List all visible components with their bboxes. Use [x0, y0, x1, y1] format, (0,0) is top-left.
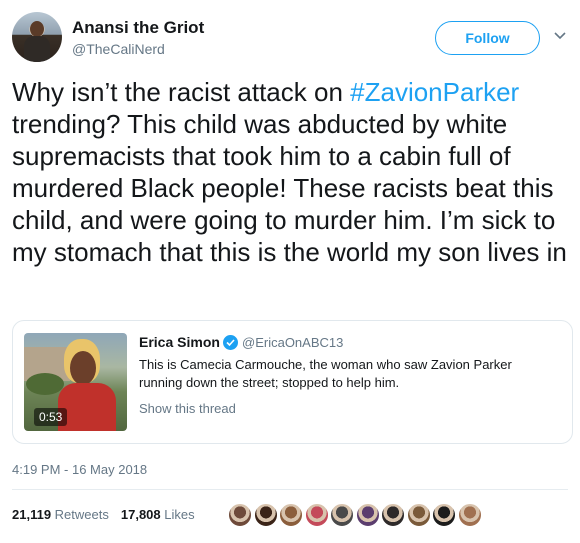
tweet-timestamp[interactable]: 4:19 PM - 16 May 2018 [12, 462, 147, 477]
liker-avatar[interactable] [456, 502, 483, 528]
hashtag-link[interactable]: #ZavionParker [350, 77, 519, 107]
likes-label: Likes [164, 507, 195, 522]
retweets-count: 21,119 [12, 507, 52, 522]
divider [12, 489, 568, 490]
liker-avatar[interactable] [405, 502, 432, 528]
retweets-stat[interactable]: 21,119 Retweets [12, 507, 109, 522]
author-handle[interactable]: @TheCaliNerd [72, 41, 165, 57]
liker-avatar[interactable] [329, 502, 355, 528]
quoted-author-handle[interactable]: @EricaOnABC13 [242, 335, 343, 350]
likes-stat[interactable]: 17,808 Likes [121, 507, 195, 522]
tweet-text: Why isn’t the racist attack on #ZavionPa… [12, 76, 568, 268]
tweet-stats: 21,119 Retweets 17,808 Likes [12, 507, 195, 522]
verified-badge-icon [223, 335, 238, 350]
liker-avatar[interactable] [303, 502, 330, 528]
liker-avatar[interactable] [354, 502, 381, 528]
liker-avatar[interactable] [380, 502, 406, 528]
likes-count: 17,808 [120, 507, 161, 522]
follow-button[interactable]: Follow [435, 21, 540, 55]
liker-avatar[interactable] [278, 502, 304, 528]
show-thread-link[interactable]: Show this thread [139, 401, 236, 416]
author-name[interactable]: Anansi the Griot [72, 18, 204, 38]
retweets-label: Retweets [54, 507, 109, 522]
quoted-tweet-text: This is Camecia Carmouche, the woman who… [139, 357, 512, 390]
liker-avatar[interactable] [227, 502, 253, 528]
liker-avatar[interactable] [252, 502, 279, 528]
chevron-down-icon[interactable] [553, 29, 567, 43]
author-avatar[interactable] [12, 12, 62, 62]
tweet-header: Anansi the Griot @TheCaliNerd Follow [12, 12, 568, 64]
tweet-text-part: trending? This child was abducted by whi… [12, 109, 567, 267]
tweet-text-part: Why isn’t the racist attack on [12, 77, 351, 107]
video-duration: 0:53 [34, 408, 68, 426]
quoted-author-name[interactable]: Erica Simon [139, 334, 220, 350]
liker-avatar[interactable] [431, 502, 457, 528]
